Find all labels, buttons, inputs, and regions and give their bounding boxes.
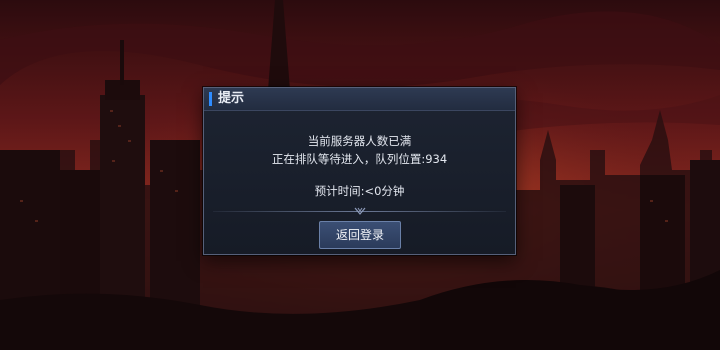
game-screen: 提示 当前服务器人数已满 正在排队等待进入，队列位置:934 预计时间:<0分钟…: [0, 0, 720, 350]
diamond-divider-icon: [354, 207, 366, 215]
dialog-title: 提示: [218, 91, 245, 106]
queue-dialog: 提示 当前服务器人数已满 正在排队等待进入，队列位置:934 预计时间:<0分钟…: [203, 87, 516, 255]
queue-position-message: 正在排队等待进入，队列位置:934: [271, 152, 448, 166]
server-full-message: 当前服务器人数已满: [307, 134, 412, 148]
dialog-header: 提示: [204, 88, 515, 111]
estimated-time-message: 预计时间:<0分钟: [314, 184, 405, 198]
header-accent-bar: [209, 92, 212, 106]
return-to-login-button[interactable]: 返回登录: [319, 221, 401, 249]
